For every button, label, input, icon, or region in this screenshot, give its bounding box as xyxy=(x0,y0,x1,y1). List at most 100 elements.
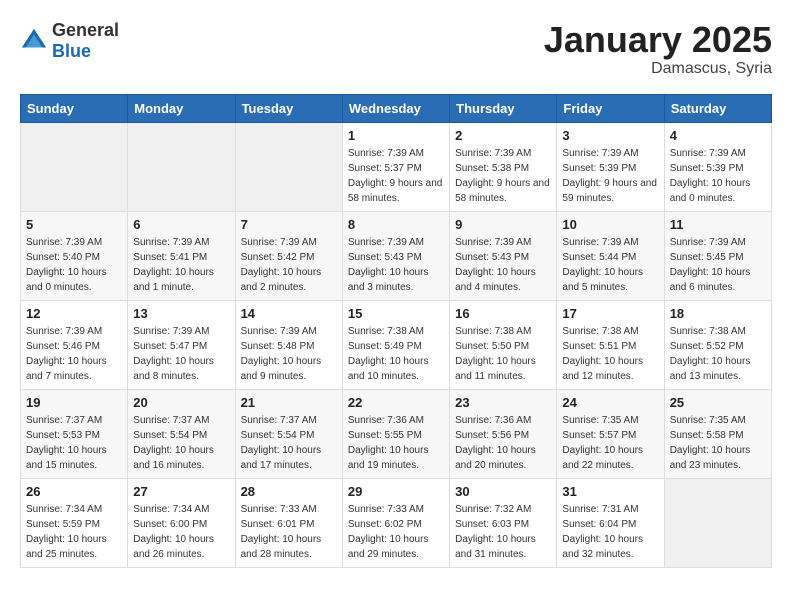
calendar-cell: 27 Sunrise: 7:34 AM Sunset: 6:00 PM Dayli… xyxy=(128,478,235,567)
weekday-header: Wednesday xyxy=(342,94,449,122)
day-number: 30 xyxy=(455,484,551,499)
calendar-week-row: 1Sunrise: 7:39 AM Sunset: 5:37 PM Daylig… xyxy=(21,122,772,211)
day-info: Sunrise: 7:39 AM Sunset: 5:41 PM Dayligh… xyxy=(133,235,229,295)
calendar-cell: 9Sunrise: 7:39 AM Sunset: 5:43 PM Daylig… xyxy=(450,211,557,300)
logo: General Blue xyxy=(20,20,119,62)
day-number: 25 xyxy=(670,395,766,410)
day-number: 17 xyxy=(562,306,658,321)
calendar-cell: 20Sunrise: 7:37 AM Sunset: 5:54 PM Dayli… xyxy=(128,389,235,478)
day-info: Sunrise: 7:39 AM Sunset: 5:45 PM Dayligh… xyxy=(670,235,766,295)
day-info: Sunrise: 7:36 AM Sunset: 5:55 PM Dayligh… xyxy=(348,413,444,473)
day-info: Sunrise: 7:39 AM Sunset: 5:48 PM Dayligh… xyxy=(241,324,337,384)
calendar-cell: 12 Sunrise: 7:39 AM Sunset: 5:46 PM Dayli… xyxy=(21,300,128,389)
day-number: 4 xyxy=(670,128,766,143)
day-number: 19 xyxy=(26,395,122,410)
calendar-cell: 21Sunrise: 7:37 AM Sunset: 5:54 PM Dayli… xyxy=(235,389,342,478)
day-info: Sunrise: 7:34 AM Sunset: 5:59 PM Dayligh… xyxy=(26,502,122,562)
calendar-week-row: 26 Sunrise: 7:34 AM Sunset: 5:59 PM Dayli… xyxy=(21,478,772,567)
day-info: Sunrise: 7:38 AM Sunset: 5:49 PM Dayligh… xyxy=(348,324,444,384)
weekday-header: Friday xyxy=(557,94,664,122)
calendar-cell: 17 Sunrise: 7:38 AM Sunset: 5:51 PM Dayli… xyxy=(557,300,664,389)
day-info: Sunrise: 7:39 AM Sunset: 5:39 PM Dayligh… xyxy=(670,146,766,206)
day-number: 5 xyxy=(26,217,122,232)
day-info: Sunrise: 7:39 AM Sunset: 5:38 PM Dayligh… xyxy=(455,146,551,206)
calendar-cell: 15 Sunrise: 7:38 AM Sunset: 5:49 PM Dayli… xyxy=(342,300,449,389)
calendar-cell: 14 Sunrise: 7:39 AM Sunset: 5:48 PM Dayli… xyxy=(235,300,342,389)
calendar-cell: 2 Sunrise: 7:39 AM Sunset: 5:38 PM Daylig… xyxy=(450,122,557,211)
day-number: 28 xyxy=(241,484,337,499)
day-info: Sunrise: 7:38 AM Sunset: 5:52 PM Dayligh… xyxy=(670,324,766,384)
month-title: January 2025 xyxy=(544,20,772,60)
calendar-cell: 29 Sunrise: 7:33 AM Sunset: 6:02 PM Dayli… xyxy=(342,478,449,567)
day-number: 12 xyxy=(26,306,122,321)
day-info: Sunrise: 7:35 AM Sunset: 5:58 PM Dayligh… xyxy=(670,413,766,473)
calendar-cell: 26 Sunrise: 7:34 AM Sunset: 5:59 PM Dayli… xyxy=(21,478,128,567)
day-info: Sunrise: 7:39 AM Sunset: 5:46 PM Dayligh… xyxy=(26,324,122,384)
day-info: Sunrise: 7:39 AM Sunset: 5:40 PM Dayligh… xyxy=(26,235,122,295)
day-number: 13 xyxy=(133,306,229,321)
calendar-cell: 18 Sunrise: 7:38 AM Sunset: 5:52 PM Dayli… xyxy=(664,300,771,389)
day-number: 14 xyxy=(241,306,337,321)
day-number: 15 xyxy=(348,306,444,321)
calendar-cell: 22 Sunrise: 7:36 AM Sunset: 5:55 PM Dayli… xyxy=(342,389,449,478)
day-number: 23 xyxy=(455,395,551,410)
day-info: Sunrise: 7:37 AM Sunset: 5:54 PM Dayligh… xyxy=(133,413,229,473)
calendar-cell: 10 Sunrise: 7:39 AM Sunset: 5:44 PM Dayli… xyxy=(557,211,664,300)
day-number: 16 xyxy=(455,306,551,321)
day-info: Sunrise: 7:39 AM Sunset: 5:43 PM Dayligh… xyxy=(348,235,444,295)
day-info: Sunrise: 7:39 AM Sunset: 5:39 PM Dayligh… xyxy=(562,146,658,206)
weekday-header: Saturday xyxy=(664,94,771,122)
day-number: 11 xyxy=(670,217,766,232)
calendar-week-row: 19Sunrise: 7:37 AM Sunset: 5:53 PM Dayli… xyxy=(21,389,772,478)
calendar-cell: 3 Sunrise: 7:39 AM Sunset: 5:39 PM Daylig… xyxy=(557,122,664,211)
calendar-cell: 6 Sunrise: 7:39 AM Sunset: 5:41 PM Daylig… xyxy=(128,211,235,300)
day-number: 18 xyxy=(670,306,766,321)
calendar-cell: 24Sunrise: 7:35 AM Sunset: 5:57 PM Dayli… xyxy=(557,389,664,478)
weekday-header-row: SundayMondayTuesdayWednesdayThursdayFrid… xyxy=(21,94,772,122)
logo-blue: Blue xyxy=(52,41,91,61)
day-number: 21 xyxy=(241,395,337,410)
calendar-cell: 28 Sunrise: 7:33 AM Sunset: 6:01 PM Dayli… xyxy=(235,478,342,567)
day-number: 26 xyxy=(26,484,122,499)
weekday-header: Sunday xyxy=(21,94,128,122)
location-title: Damascus, Syria xyxy=(544,60,772,78)
day-info: Sunrise: 7:31 AM Sunset: 6:04 PM Dayligh… xyxy=(562,502,658,562)
day-number: 6 xyxy=(133,217,229,232)
calendar-cell: 23Sunrise: 7:36 AM Sunset: 5:56 PM Dayli… xyxy=(450,389,557,478)
title-block: January 2025 Damascus, Syria xyxy=(544,20,772,78)
day-info: Sunrise: 7:39 AM Sunset: 5:44 PM Dayligh… xyxy=(562,235,658,295)
day-info: Sunrise: 7:38 AM Sunset: 5:50 PM Dayligh… xyxy=(455,324,551,384)
weekday-header: Thursday xyxy=(450,94,557,122)
calendar-cell: 13Sunrise: 7:39 AM Sunset: 5:47 PM Dayli… xyxy=(128,300,235,389)
calendar-table: SundayMondayTuesdayWednesdayThursdayFrid… xyxy=(20,94,772,568)
day-number: 29 xyxy=(348,484,444,499)
day-number: 27 xyxy=(133,484,229,499)
calendar-cell xyxy=(235,122,342,211)
day-number: 7 xyxy=(241,217,337,232)
calendar-cell: 1Sunrise: 7:39 AM Sunset: 5:37 PM Daylig… xyxy=(342,122,449,211)
calendar-cell: 5 Sunrise: 7:39 AM Sunset: 5:40 PM Daylig… xyxy=(21,211,128,300)
calendar-cell: 16 Sunrise: 7:38 AM Sunset: 5:50 PM Dayli… xyxy=(450,300,557,389)
day-info: Sunrise: 7:34 AM Sunset: 6:00 PM Dayligh… xyxy=(133,502,229,562)
day-info: Sunrise: 7:39 AM Sunset: 5:42 PM Dayligh… xyxy=(241,235,337,295)
day-info: Sunrise: 7:39 AM Sunset: 5:43 PM Dayligh… xyxy=(455,235,551,295)
day-info: Sunrise: 7:38 AM Sunset: 5:51 PM Dayligh… xyxy=(562,324,658,384)
calendar-cell: 25 Sunrise: 7:35 AM Sunset: 5:58 PM Dayli… xyxy=(664,389,771,478)
logo-icon xyxy=(20,27,48,55)
day-info: Sunrise: 7:33 AM Sunset: 6:01 PM Dayligh… xyxy=(241,502,337,562)
day-number: 2 xyxy=(455,128,551,143)
day-info: Sunrise: 7:39 AM Sunset: 5:37 PM Dayligh… xyxy=(348,146,444,206)
calendar-cell: 19Sunrise: 7:37 AM Sunset: 5:53 PM Dayli… xyxy=(21,389,128,478)
day-number: 10 xyxy=(562,217,658,232)
day-number: 3 xyxy=(562,128,658,143)
day-number: 8 xyxy=(348,217,444,232)
calendar-cell: 4 Sunrise: 7:39 AM Sunset: 5:39 PM Daylig… xyxy=(664,122,771,211)
day-number: 22 xyxy=(348,395,444,410)
calendar-cell xyxy=(664,478,771,567)
calendar-week-row: 12 Sunrise: 7:39 AM Sunset: 5:46 PM Dayli… xyxy=(21,300,772,389)
calendar-cell xyxy=(128,122,235,211)
logo-general: General xyxy=(52,20,119,40)
day-number: 31 xyxy=(562,484,658,499)
day-info: Sunrise: 7:33 AM Sunset: 6:02 PM Dayligh… xyxy=(348,502,444,562)
calendar-cell xyxy=(21,122,128,211)
